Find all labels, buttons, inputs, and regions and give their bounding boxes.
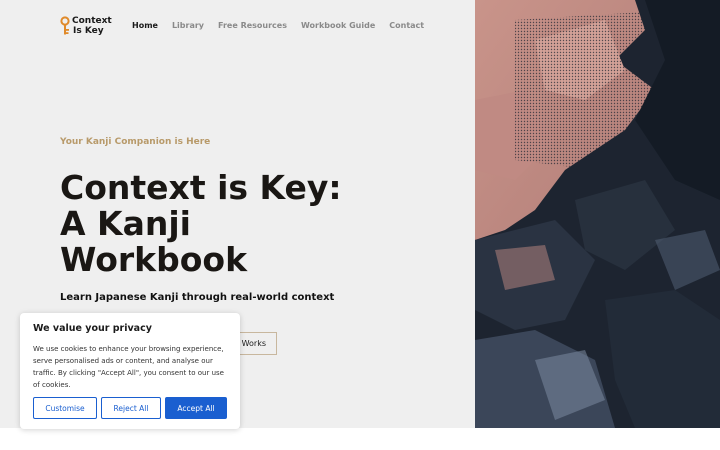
nav-workbook-guide[interactable]: Workbook Guide [301, 21, 375, 30]
customise-button[interactable]: Customise [33, 397, 97, 419]
abstract-painting-image [475, 0, 720, 428]
logo-line-1: Context [72, 16, 112, 26]
cookie-body: We use cookies to enhance your browsing … [33, 345, 224, 389]
nav-library[interactable]: Library [172, 21, 204, 30]
page: Context Is Key Home Library Free Resourc… [0, 0, 720, 450]
nav-contact[interactable]: Contact [389, 21, 424, 30]
key-icon [60, 16, 70, 35]
logo-line-2: Is Key [73, 26, 104, 36]
hero-eyebrow: Your Kanji Companion is Here [60, 137, 211, 147]
nav-free-resources[interactable]: Free Resources [218, 21, 287, 30]
nav-home[interactable]: Home [132, 21, 158, 30]
site-logo[interactable]: Context Is Key [60, 16, 112, 36]
hero-subtitle: Learn Japanese Kanji through real-world … [60, 292, 335, 303]
reject-all-button[interactable]: Reject All [101, 397, 161, 419]
cookie-actions: Customise Reject All Accept All [33, 397, 227, 419]
cookie-consent-banner: We value your privacy We use cookies to … [20, 313, 240, 429]
page-bottom [0, 428, 720, 450]
cookie-title: We value your privacy [33, 323, 152, 334]
hero-title: Context is Key: A Kanji Workbook [60, 168, 342, 279]
hero-artwork [475, 0, 720, 428]
logo-text: Context Is Key [72, 16, 112, 36]
accept-all-button[interactable]: Accept All [165, 397, 227, 419]
main-nav: Home Library Free Resources Workbook Gui… [132, 21, 438, 30]
